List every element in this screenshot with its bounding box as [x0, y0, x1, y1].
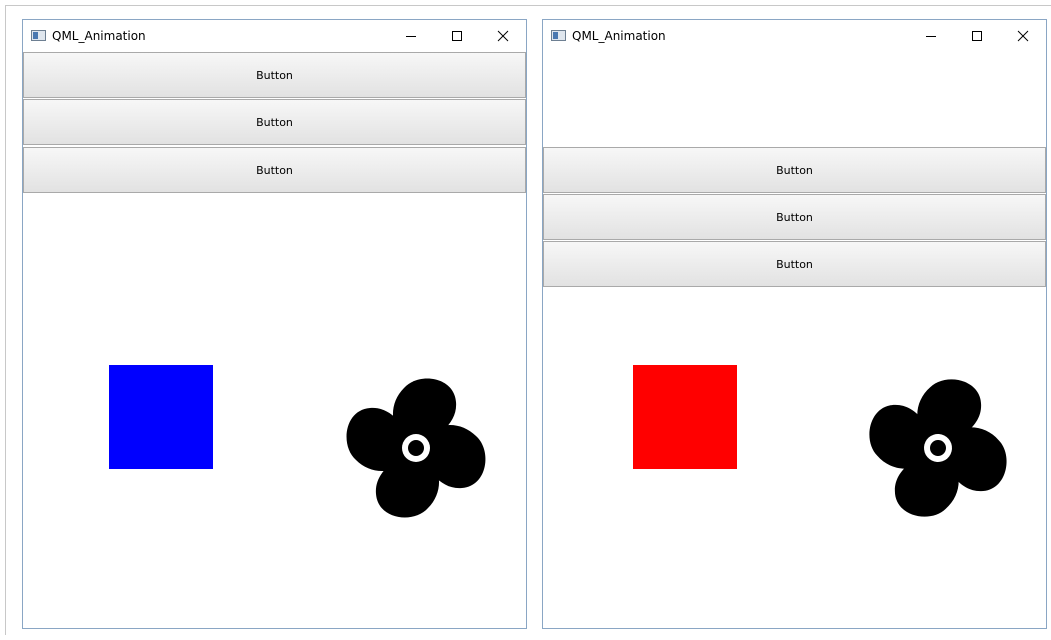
button-2[interactable]: Button	[543, 194, 1046, 240]
maximize-icon	[972, 30, 982, 41]
close-button[interactable]	[480, 20, 526, 51]
maximize-button[interactable]	[954, 20, 1000, 51]
button-3[interactable]: Button	[543, 241, 1046, 287]
animated-square	[633, 365, 737, 469]
title-bar[interactable]: QML_Animation	[23, 20, 526, 51]
close-icon	[1017, 30, 1029, 41]
close-button[interactable]	[1000, 20, 1046, 51]
close-icon	[497, 30, 509, 41]
qt-window-icon	[551, 30, 566, 41]
window-title: QML_Animation	[572, 28, 666, 43]
button-1[interactable]: Button	[23, 52, 526, 98]
minimize-icon	[926, 35, 936, 37]
propeller-fan-icon	[346, 378, 486, 518]
animated-square	[109, 365, 213, 469]
window-left: QML_Animation Button Button Button	[22, 19, 527, 629]
window-title: QML_Animation	[52, 28, 146, 43]
button-1[interactable]: Button	[543, 147, 1046, 193]
minimize-button[interactable]	[908, 20, 954, 51]
maximize-button[interactable]	[434, 20, 480, 51]
button-2[interactable]: Button	[23, 99, 526, 145]
qt-window-icon	[31, 30, 46, 41]
minimize-button[interactable]	[388, 20, 434, 51]
button-3[interactable]: Button	[23, 147, 526, 193]
minimize-icon	[406, 35, 416, 37]
maximize-icon	[452, 30, 462, 41]
propeller-fan-icon	[869, 379, 1007, 517]
title-bar[interactable]: QML_Animation	[543, 20, 1046, 51]
window-right: QML_Animation Button Button Button	[542, 19, 1047, 629]
